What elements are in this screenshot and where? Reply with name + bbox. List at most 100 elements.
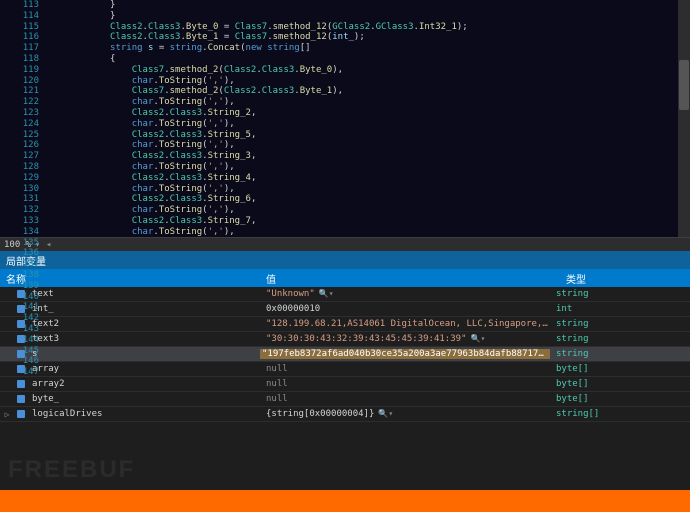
code-line[interactable]: char.ToString(','),: [45, 162, 690, 173]
var-value[interactable]: "Unknown"🔍▾: [260, 289, 550, 299]
var-type: string: [550, 349, 690, 359]
line-number: 127: [0, 151, 39, 162]
code-line[interactable]: Class2.Class3.String_4,: [45, 173, 690, 184]
line-number: 122: [0, 97, 39, 108]
line-number: 129: [0, 173, 39, 184]
var-value[interactable]: "197feb8372af6ad040b30ce35a200a3ae77963b…: [260, 349, 550, 359]
var-type: byte[]: [550, 379, 690, 389]
locals-row[interactable]: array2nullbyte[]: [0, 377, 690, 392]
code-line[interactable]: {: [45, 54, 690, 65]
header-name[interactable]: 名称: [0, 271, 260, 286]
variable-icon: [14, 409, 28, 419]
code-line[interactable]: Class2.Class3.String_6,: [45, 194, 690, 205]
line-number: 135: [0, 238, 39, 249]
var-type: byte[]: [550, 364, 690, 374]
var-name: array: [30, 364, 260, 374]
code-line[interactable]: Class2.Class3.Byte_1 = Class7.smethod_12…: [45, 32, 690, 43]
line-number: 133: [0, 216, 39, 227]
code-line[interactable]: char.ToString(','),: [45, 76, 690, 87]
header-value[interactable]: 值: [260, 271, 560, 286]
line-number: 124: [0, 119, 39, 130]
line-number: 146: [0, 356, 39, 367]
code-line[interactable]: Class2.Class3.String_7,: [45, 216, 690, 227]
var-type: byte[]: [550, 394, 690, 404]
line-number: 121: [0, 86, 39, 97]
locals-grid-header: 名称 值 类型: [0, 269, 690, 287]
var-value[interactable]: null: [260, 394, 550, 404]
locals-grid-body[interactable]: text"Unknown"🔍▾stringint_0x00000010intte…: [0, 287, 690, 422]
code-line[interactable]: char.ToString(','),: [45, 140, 690, 151]
locals-row[interactable]: text"Unknown"🔍▾string: [0, 287, 690, 302]
line-number: 117: [0, 43, 39, 54]
code-line[interactable]: Class2.Class3.Byte_0 = Class7.smethod_12…: [45, 22, 690, 33]
code-content[interactable]: } } Class2.Class3.Byte_0 = Class7.smetho…: [45, 0, 690, 237]
line-number: 132: [0, 205, 39, 216]
locals-row[interactable]: text2"128.199.68.21,AS14061 DigitalOcean…: [0, 317, 690, 332]
line-number: 139: [0, 281, 39, 292]
scroll-thumb[interactable]: [679, 60, 689, 110]
var-value[interactable]: null: [260, 379, 550, 389]
line-number: 128: [0, 162, 39, 173]
code-editor[interactable]: 1131141151161171181191201211221231241251…: [0, 0, 690, 237]
line-number: 136: [0, 248, 39, 259]
code-line[interactable]: char.ToString(','),: [45, 227, 690, 237]
scroll-left-icon[interactable]: ◂: [46, 240, 51, 250]
magnify-icon[interactable]: 🔍▾: [378, 409, 393, 418]
var-name: text2: [30, 319, 260, 329]
code-line[interactable]: Class7.smethod_2(Class2.Class3.Byte_1),: [45, 86, 690, 97]
code-line[interactable]: char.ToString(','),: [45, 119, 690, 130]
code-line[interactable]: Class7.smethod_2(Class2.Class3.Byte_0),: [45, 65, 690, 76]
status-bar: [0, 490, 690, 512]
locals-row[interactable]: s"197feb8372af6ad040b30ce35a200a3ae77963…: [0, 347, 690, 362]
line-number: 134: [0, 227, 39, 238]
line-number: 142: [0, 313, 39, 324]
locals-row[interactable]: ▷logicalDrives{string[0x00000004]}🔍▾stri…: [0, 407, 690, 422]
line-number: 115: [0, 22, 39, 33]
locals-row[interactable]: text3"30:30:30:43:32:39:43:45:45:39:41:3…: [0, 332, 690, 347]
var-type: string[]: [550, 409, 690, 419]
code-line[interactable]: }: [45, 11, 690, 22]
code-line[interactable]: char.ToString(','),: [45, 97, 690, 108]
code-line[interactable]: Class2.Class3.String_3,: [45, 151, 690, 162]
line-number: 138: [0, 270, 39, 281]
var-value[interactable]: null: [260, 364, 550, 374]
line-number: 130: [0, 184, 39, 195]
magnify-icon[interactable]: 🔍▾: [470, 334, 485, 343]
var-value[interactable]: 0x00000010: [260, 304, 550, 314]
var-name: s: [30, 349, 260, 359]
var-value[interactable]: "128.199.68.21,AS14061 DigitalOcean, LLC…: [260, 319, 550, 329]
line-number: 120: [0, 76, 39, 87]
expand-icon[interactable]: ▷: [0, 410, 14, 419]
locals-row[interactable]: arraynullbyte[]: [0, 362, 690, 377]
var-value[interactable]: "30:30:30:43:32:39:43:45:45:39:41:39"🔍▾: [260, 334, 550, 344]
locals-row[interactable]: byte_nullbyte[]: [0, 392, 690, 407]
variable-icon: [14, 379, 28, 389]
var-name: array2: [30, 379, 260, 389]
line-number: 147: [0, 367, 39, 378]
line-number: 131: [0, 194, 39, 205]
locals-panel-header[interactable]: 局部变量: [0, 251, 690, 269]
code-line[interactable]: string s = string.Concat(new string[]: [45, 43, 690, 54]
line-gutter: 1131141151161171181191201211221231241251…: [0, 0, 45, 237]
code-line[interactable]: char.ToString(','),: [45, 205, 690, 216]
var-value[interactable]: {string[0x00000004]}🔍▾: [260, 409, 550, 419]
header-type[interactable]: 类型: [560, 271, 690, 286]
line-number: 114: [0, 11, 39, 22]
locals-row[interactable]: int_0x00000010int: [0, 302, 690, 317]
line-number: 118: [0, 54, 39, 65]
code-line[interactable]: Class2.Class3.String_2,: [45, 108, 690, 119]
code-line[interactable]: char.ToString(','),: [45, 184, 690, 195]
magnify-icon[interactable]: 🔍▾: [319, 289, 334, 298]
watermark: FREEBUF: [8, 456, 135, 484]
line-number: 113: [0, 0, 39, 11]
code-line[interactable]: Class2.Class3.String_5,: [45, 130, 690, 141]
line-number: 137: [0, 259, 39, 270]
line-number: 116: [0, 32, 39, 43]
vertical-scrollbar[interactable]: [678, 0, 690, 237]
zoom-bar: 100 % ▾ ◂: [0, 237, 690, 251]
var-type: string: [550, 289, 690, 299]
var-type: string: [550, 319, 690, 329]
line-number: 143: [0, 324, 39, 335]
line-number: 119: [0, 65, 39, 76]
code-line[interactable]: }: [45, 0, 690, 11]
